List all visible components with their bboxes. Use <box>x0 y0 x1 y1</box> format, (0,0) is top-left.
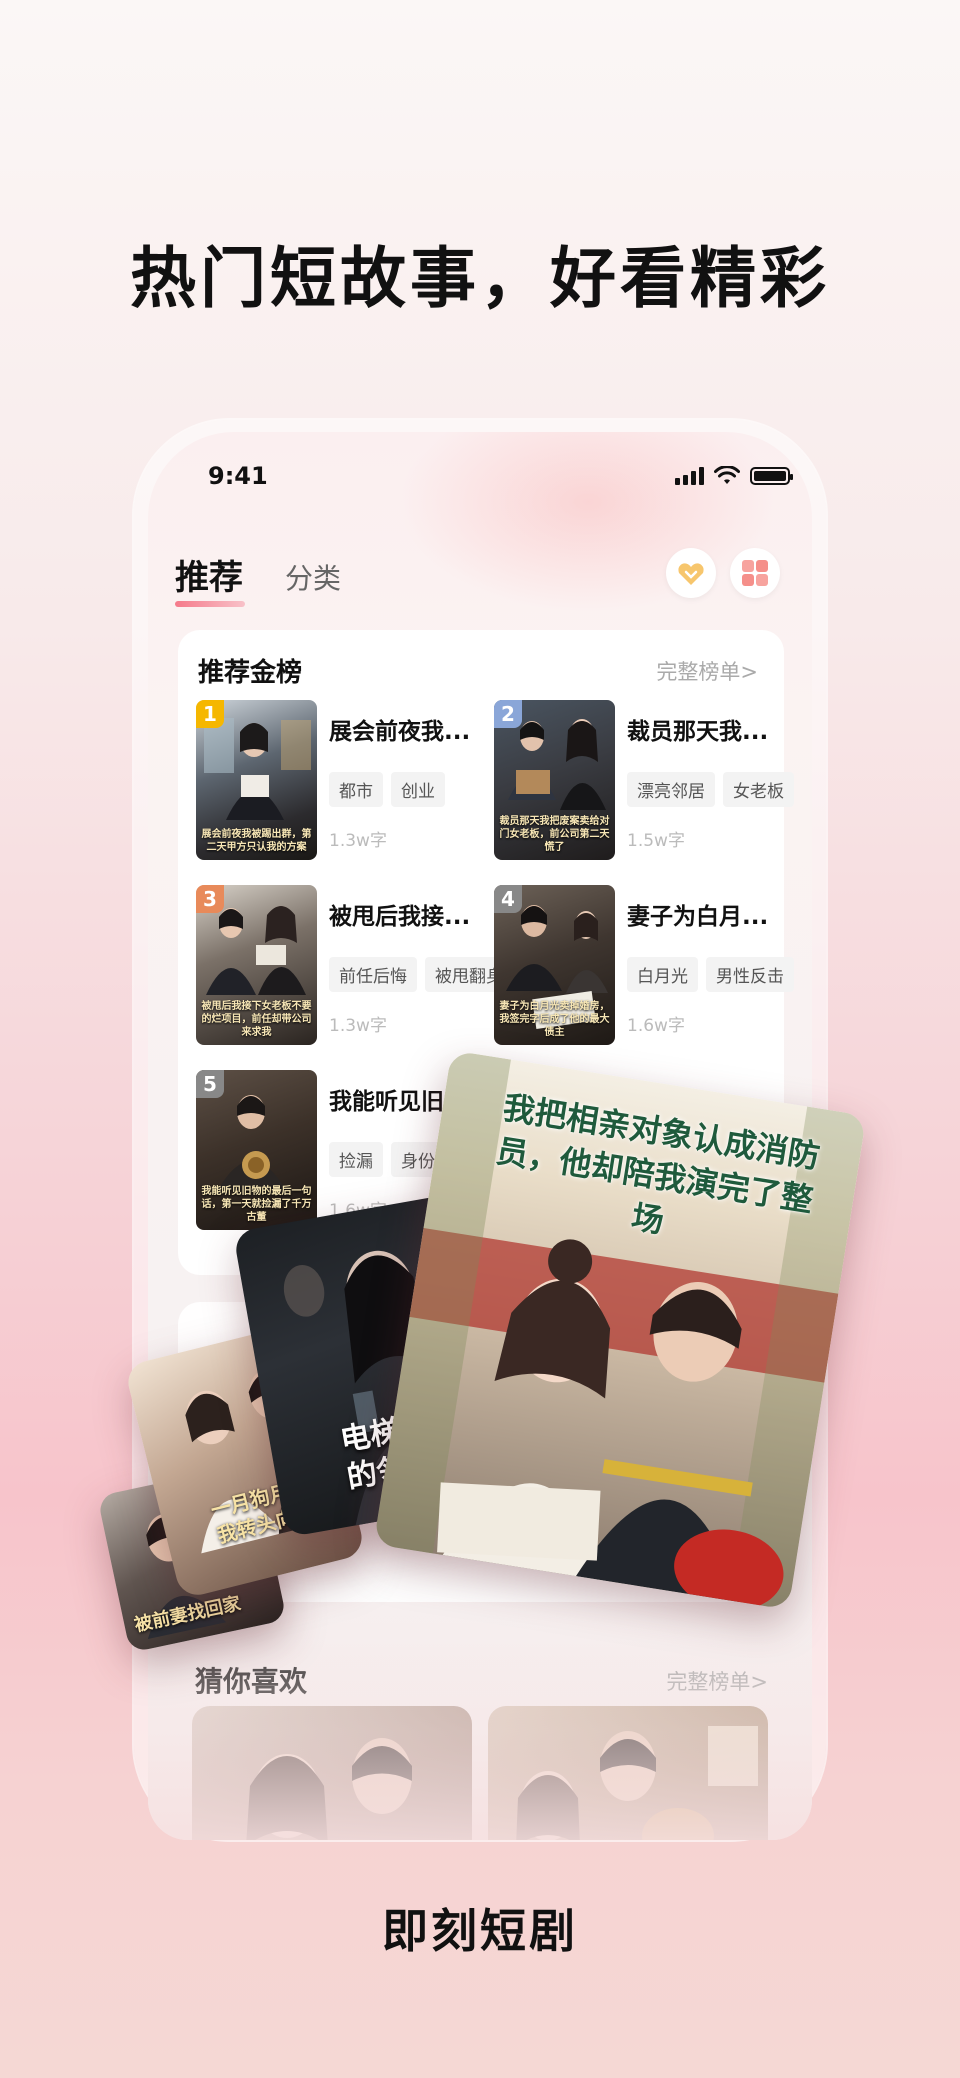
book-cover: 1 展会前夜我被踢出群，第二天甲方只认我的方案 <box>196 700 317 860</box>
status-time: 9:41 <box>208 462 268 490</box>
tag[interactable]: 白月光 <box>627 957 698 992</box>
guess-full-list-link[interactable]: 完整榜单> <box>666 1666 768 1696</box>
rank-badge: 5 <box>196 1070 224 1098</box>
tag[interactable]: 创业 <box>391 772 445 807</box>
word-count: 1.5w字 <box>627 831 685 851</box>
tab-recommend[interactable]: 推荐 <box>175 550 245 607</box>
rank-title: 妻子为白月... <box>627 904 769 930</box>
featured-cover-main[interactable]: 我把相亲对象认成消防员，他却陪我演完了整场 <box>373 1050 867 1610</box>
guess-cover-1[interactable] <box>192 1706 472 1840</box>
cover-caption: 裁员那天我把废案卖给对门女老板，前公司第二天慌了 <box>499 816 610 853</box>
word-count: 1.3w字 <box>329 831 387 851</box>
cover-caption: 我能听见旧物的最后一句话，第一天就捡漏了千万古董 <box>201 1186 312 1223</box>
grid-menu-button[interactable] <box>730 548 780 598</box>
rank-title: 展会前夜我... <box>329 719 471 745</box>
tag[interactable]: 捡漏 <box>329 1142 383 1177</box>
tag[interactable]: 前任后悔 <box>329 957 417 992</box>
rank-title: 被甩后我接... <box>329 904 471 930</box>
tag[interactable]: 都市 <box>329 772 383 807</box>
tag[interactable]: 男性反击 <box>706 957 794 992</box>
book-cover: 4 妻子为白月光卖掉婚房，我签完字后成了他的最大债主 <box>494 885 615 1045</box>
book-cover: 2 裁员那天我把废案卖给对门女老板，前公司第二天慌了 <box>494 700 615 860</box>
status-icons <box>675 466 793 486</box>
rank-item-2[interactable]: 2 裁员那天我把废案卖给对门女老板，前公司第二天慌了 裁员那天我... 漂亮邻居… <box>494 700 794 860</box>
tag-list: 前任后悔 被甩翻身 <box>329 957 513 992</box>
rank-badge: 4 <box>494 885 522 913</box>
cover-caption: 被甩后我接下女老板不要的烂项目，前任却带公司来求我 <box>201 1001 312 1038</box>
cover-caption: 展会前夜我被踢出群，第二天甲方只认我的方案 <box>201 829 312 853</box>
signal-icon <box>675 467 704 485</box>
guess-cover-2[interactable] <box>488 1706 768 1840</box>
tag[interactable]: 女老板 <box>723 772 794 807</box>
heart-badge-icon <box>678 563 704 585</box>
rank-item-3[interactable]: 3 被甩后我接下女老板不要的烂项目，前任却带公司来求我 被甩后我接... 前任后… <box>196 885 513 1045</box>
ranking-full-list-link[interactable]: 完整榜单> <box>656 656 758 686</box>
rank-item-1[interactable]: 1 展会前夜我被踢出群，第二天甲方只认我的方案 展会前夜我... 都市 创业 1… <box>196 700 481 860</box>
ranking-title: 推荐金榜 <box>198 658 303 688</box>
grid-icon <box>742 560 768 586</box>
vip-button[interactable] <box>666 548 716 598</box>
app-name: 即刻短剧 <box>382 1904 578 1958</box>
rank-badge: 3 <box>196 885 224 913</box>
rank-item-4[interactable]: 4 妻子为白月光卖掉婚房，我签完字后成了他的最大债主 妻子为白月... 白月光 … <box>494 885 794 1045</box>
word-count: 1.3w字 <box>329 1016 387 1036</box>
wifi-icon <box>714 466 740 484</box>
guess-title: 猜你喜欢 <box>195 1665 308 1698</box>
word-count: 1.6w字 <box>627 1016 685 1036</box>
tag-list: 漂亮邻居 女老板 <box>627 772 794 807</box>
rank-title: 裁员那天我... <box>627 719 769 745</box>
tag-list: 都市 创业 <box>329 772 445 807</box>
tag[interactable]: 漂亮邻居 <box>627 772 715 807</box>
rank-badge: 2 <box>494 700 522 728</box>
tag-list: 白月光 男性反击 <box>627 957 794 992</box>
book-cover: 3 被甩后我接下女老板不要的烂项目，前任却带公司来求我 <box>196 885 317 1045</box>
tab-category[interactable]: 分类 <box>285 557 341 599</box>
top-tabs: 推荐 分类 <box>175 550 341 607</box>
battery-icon <box>750 467 793 485</box>
cover-caption: 妻子为白月光卖掉婚房，我签完字后成了他的最大债主 <box>499 1001 610 1038</box>
headline: 热门短故事，好看精彩 <box>130 240 830 317</box>
rank-badge: 1 <box>196 700 224 728</box>
book-cover: 5 我能听见旧物的最后一句话，第一天就捡漏了千万古董 <box>196 1070 317 1230</box>
